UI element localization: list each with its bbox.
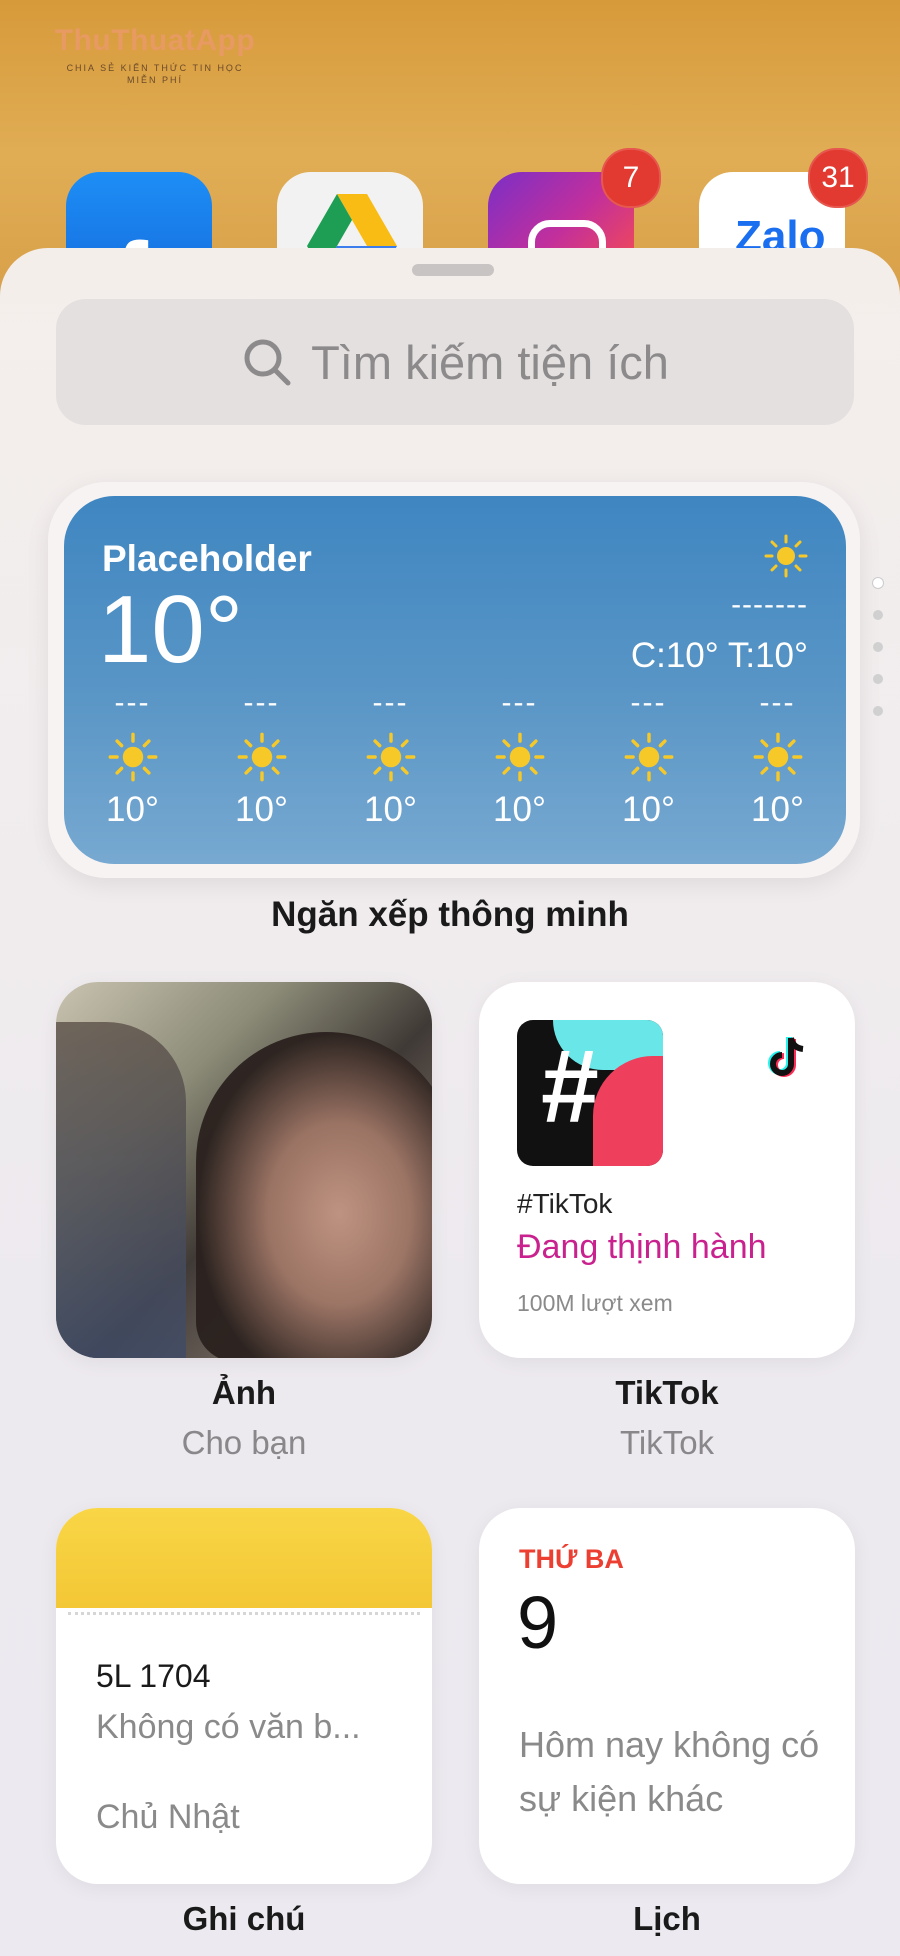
- instagram-notification-badge: 7: [601, 148, 661, 208]
- calendar-event-text: Hôm nay không có sự kiện khác: [519, 1724, 820, 1819]
- calendar-widget-title: Lịch: [633, 1900, 701, 1937]
- thumbnail-red-shape: [593, 1056, 663, 1166]
- photos-widget-subtitle: Cho bạn: [181, 1424, 307, 1461]
- smart-stack-page-indicator: [873, 578, 885, 738]
- hour-temp: 10°: [493, 790, 546, 829]
- calendar-weekday: THỨ BA: [519, 1544, 624, 1574]
- hour-label: ---: [501, 686, 538, 719]
- sun-icon: [467, 732, 572, 782]
- hour-temp: 10°: [106, 790, 159, 829]
- smart-stack-caption: Ngăn xếp thông minh: [271, 895, 629, 934]
- page-dot: [873, 642, 883, 652]
- tiktok-logo-icon: [767, 1034, 809, 1085]
- sun-icon: [725, 732, 830, 782]
- hour-temp: 10°: [364, 790, 417, 829]
- watermark-subtitle: CHIA SẺ KIẾN THỨC TIN HỌC MIỄN PHÍ: [66, 63, 244, 85]
- photos-widget[interactable]: [56, 982, 432, 1358]
- hour-temp: 10°: [235, 790, 288, 829]
- tiktok-trending-label: Đang thịnh hành: [517, 1228, 767, 1266]
- calendar-day-number: 9: [517, 1581, 559, 1664]
- search-placeholder: Tìm kiếm tiện ích: [311, 335, 669, 389]
- hour-label: ---: [630, 686, 667, 719]
- tiktok-widget[interactable]: # #TikTok Đang thịnh hành 100M lượt xem: [479, 982, 855, 1358]
- hour-label: ---: [372, 686, 409, 719]
- hourly-forecast: --- 10° --- 10° --- 10° --- 10° --- 10° …: [80, 686, 830, 830]
- watermark-title: ThuThuatApp: [54, 24, 256, 57]
- page-dot-active: [873, 578, 883, 588]
- hour-label: ---: [759, 686, 796, 719]
- tiktok-widget-title: TikTok: [615, 1374, 719, 1411]
- hashtag-icon: #: [541, 1029, 599, 1145]
- sun-icon: [80, 732, 185, 782]
- hourly-forecast-item: --- 10°: [80, 686, 185, 830]
- photo-background-person: [56, 1022, 186, 1358]
- sun-icon: [764, 534, 808, 583]
- hour-temp: 10°: [622, 790, 675, 829]
- sun-icon: [596, 732, 701, 782]
- hourly-forecast-item: --- 10°: [209, 686, 314, 830]
- tiktok-widget-subtitle: TikTok: [619, 1424, 715, 1461]
- weather-high-low: C:10° T:10°: [630, 636, 808, 675]
- notes-divider: [68, 1612, 420, 1615]
- tiktok-trending-thumbnail: #: [517, 1020, 663, 1166]
- tiktok-hashtag: #TikTok: [517, 1188, 613, 1219]
- notes-header-bar: [56, 1508, 432, 1608]
- photos-widget-title: Ảnh: [211, 1374, 277, 1411]
- zalo-notification-badge: 31: [808, 148, 868, 208]
- sheet-grabber-handle[interactable]: [412, 264, 494, 276]
- hour-label: ---: [243, 686, 280, 719]
- note-date: Chủ Nhật: [96, 1798, 240, 1836]
- watermark-logo: ThuThuatApp CHIA SẺ KIẾN THỨC TIN HỌC MI…: [50, 24, 260, 86]
- weather-widget[interactable]: Placeholder 10° ------- C:10° T:10° --- …: [64, 496, 846, 864]
- tiktok-views: 100M lượt xem: [517, 1290, 673, 1316]
- note-preview: Không có văn b...: [96, 1708, 361, 1746]
- widget-search-field[interactable]: Tìm kiếm tiện ích: [56, 299, 854, 425]
- notes-widget-title: Ghi chú: [182, 1900, 306, 1937]
- weather-current-temp: 10°: [98, 576, 244, 683]
- hourly-forecast-item: --- 10°: [467, 686, 572, 830]
- weather-condition: -------: [731, 588, 808, 621]
- sun-icon: [209, 732, 314, 782]
- page-dot: [873, 706, 883, 716]
- note-title: 5L 1704: [96, 1658, 211, 1694]
- sun-icon: [338, 732, 443, 782]
- page-dot: [873, 674, 883, 684]
- hourly-forecast-item: --- 10°: [596, 686, 701, 830]
- calendar-widget[interactable]: THỨ BA 9 Hôm nay không có sự kiện khác: [479, 1508, 855, 1884]
- photo-featured-person: [196, 1032, 432, 1358]
- hour-label: ---: [114, 686, 151, 719]
- notes-widget[interactable]: 5L 1704 Không có văn b... Chủ Nhật: [56, 1508, 432, 1884]
- weather-location: Placeholder: [102, 538, 312, 579]
- hour-temp: 10°: [751, 790, 804, 829]
- search-icon: [244, 339, 291, 386]
- hourly-forecast-item: --- 10°: [338, 686, 443, 830]
- page-dot: [873, 610, 883, 620]
- hourly-forecast-item: --- 10°: [725, 686, 830, 830]
